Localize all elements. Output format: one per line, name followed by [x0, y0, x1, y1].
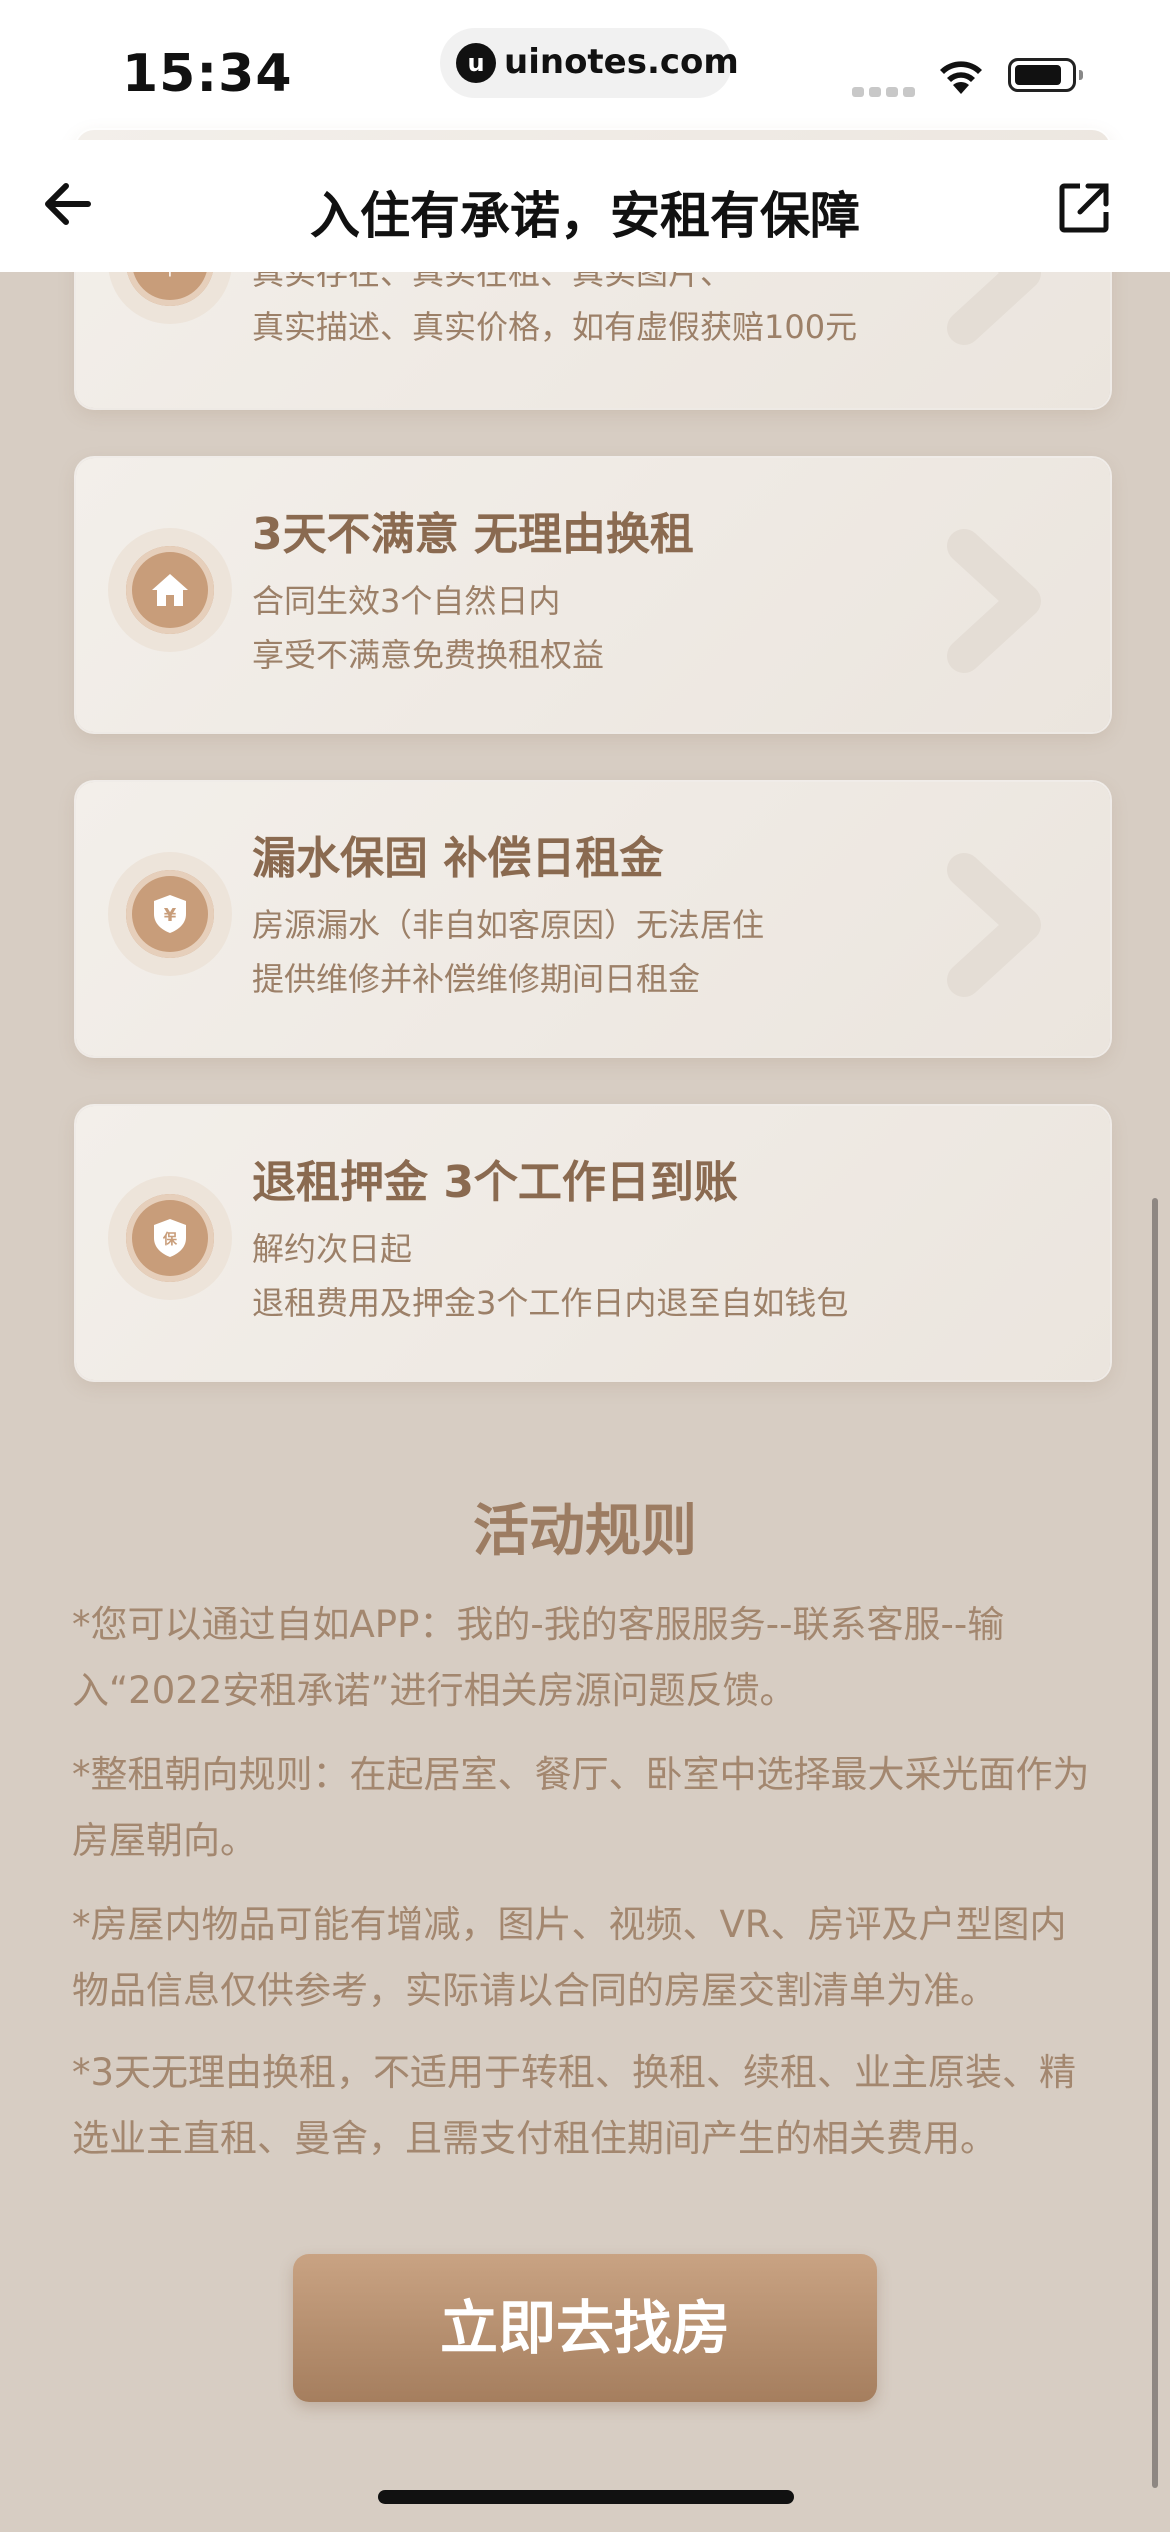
site-icon: u: [456, 43, 496, 83]
rule-item: *您可以通过自如APP：我的-我的客服服务--联系客服--输入“2022安租承诺…: [72, 1603, 1005, 1712]
chevron-right-icon: [944, 850, 1054, 1004]
url-pill[interactable]: u uinotes.com: [440, 28, 739, 98]
chevron-right-icon: [944, 526, 1054, 680]
card-title: 退租押金 3个工作日到账: [252, 1157, 738, 1208]
yen-shield-icon: ¥: [154, 895, 186, 933]
card-line-1: 合同生效3个自然日内: [252, 582, 561, 620]
guarantee-card-deposit[interactable]: 保 退租押金 3个工作日到账 解约次日起 退租费用及押金3个工作日内退至自如钱包: [76, 1106, 1110, 1380]
rule-item: *3天无理由换租，不适用于转租、换租、续租、业主原装、精选业主直租、曼舍，且需支…: [72, 2051, 1077, 2160]
card-title: 漏水保固 补偿日租金: [252, 833, 664, 884]
home-icon: [152, 574, 188, 606]
card-line-1: 解约次日起: [252, 1230, 413, 1268]
scrollbar[interactable]: [1152, 1198, 1158, 2488]
wifi-icon: [934, 56, 988, 100]
guarantee-card-leak[interactable]: ¥ 漏水保固 补偿日租金 房源漏水（非自如客原因）无法居住 提供维修并补偿维修期…: [76, 782, 1110, 1056]
cellular-signal-icon: [852, 82, 920, 101]
home-indicator[interactable]: [378, 2490, 794, 2504]
card-line-2: 真实描述、真实价格，如有虚假获赔100元: [252, 308, 858, 346]
status-bar: 15:34 u uinotes.com: [0, 0, 1170, 140]
card-line-1: 房源漏水（非自如客原因）无法居住: [252, 906, 765, 944]
card-badge: 保: [108, 1176, 232, 1300]
card-badge: [108, 528, 232, 652]
card-line-2: 提供维修并补偿维修期间日租金: [252, 960, 701, 998]
rule-item: *整租朝向规则：在起居室、餐厅、卧室中选择最大采光面作为房屋朝向。: [72, 1753, 1090, 1862]
rule-item: *房屋内物品可能有增减，图片、视频、VR、房评及户型图内物品信息仅供参考，实际请…: [72, 1903, 1067, 2012]
url-text: uinotes.com: [504, 42, 739, 82]
card-badge: ¥: [108, 852, 232, 976]
svg-text:保: 保: [162, 1231, 178, 1248]
nav-bar: 入住有承诺，安租有保障: [0, 140, 1170, 272]
rules-title: 活动规则: [473, 1499, 697, 1564]
status-time: 15:34: [122, 44, 293, 104]
shield-bao-icon: 保: [154, 1219, 186, 1257]
card-line-2: 退租费用及押金3个工作日内退至自如钱包: [252, 1284, 849, 1322]
guarantee-card-exchange[interactable]: 3天不满意 无理由换租 合同生效3个自然日内 享受不满意免费换租权益: [76, 458, 1110, 732]
svg-text:¥: ¥: [164, 905, 177, 926]
find-house-button[interactable]: 立即去找房: [293, 2254, 877, 2402]
card-title: 3天不满意 无理由换租: [252, 509, 694, 560]
external-link-icon[interactable]: [1056, 180, 1112, 240]
page-title: 入住有承诺，安租有保障: [310, 187, 860, 245]
battery-icon: [1008, 58, 1083, 92]
card-line-2: 享受不满意免费换租权益: [252, 636, 605, 674]
